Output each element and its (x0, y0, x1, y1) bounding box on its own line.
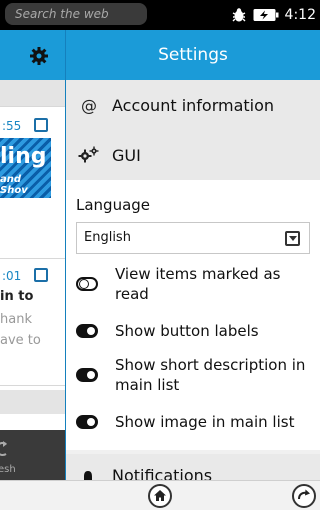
reload-icon (298, 489, 310, 500)
bug-icon (232, 8, 246, 22)
menu-item-account-information[interactable]: @ Account information (66, 80, 320, 130)
item-time: :01 (2, 269, 22, 283)
toggle-switch[interactable] (76, 415, 98, 429)
banner-text: ling (0, 144, 47, 169)
reload-button[interactable] (292, 484, 316, 508)
language-value: English (84, 230, 131, 245)
option-label: Show image in main list (115, 413, 295, 431)
divider (0, 258, 65, 259)
menu-item-notifications[interactable]: Notifications (66, 454, 320, 480)
menu-item-label: Account information (112, 95, 275, 115)
bell-icon (84, 471, 92, 480)
clock: 4:12 (284, 7, 316, 23)
list-strip (0, 80, 65, 106)
menu-item-gui[interactable]: GUI (66, 130, 320, 180)
home-icon (154, 490, 166, 501)
option-show-button-labels[interactable]: Show button labels (76, 321, 312, 341)
item-snippet: hank (0, 312, 32, 327)
banner-subtext: and Shov (0, 174, 28, 196)
menu-item-label: GUI (112, 145, 141, 165)
refresh-button[interactable]: esh (0, 430, 65, 480)
option-label: Show short description in main list (115, 356, 306, 394)
divider (0, 385, 65, 386)
item-thumbnail: ling and Shov (0, 138, 51, 198)
language-select[interactable]: English (76, 222, 310, 254)
settings-gear-icon[interactable] (29, 46, 49, 66)
item-snippet: ave to (0, 333, 41, 348)
toggle-switch[interactable] (76, 277, 98, 291)
background-list-panel: :55 ling and Shov :01 in to hank ave to … (0, 30, 65, 480)
gui-settings-section: Language English View items marked as re… (66, 180, 320, 450)
toggle-switch[interactable] (76, 368, 98, 382)
item-checkbox[interactable] (34, 268, 48, 282)
settings-panel: Settings @ Account information GUI Langu… (65, 30, 320, 480)
divider (0, 106, 65, 107)
option-show-short-description[interactable]: Show short description in main list (76, 355, 312, 395)
item-title[interactable]: in to (0, 289, 33, 304)
list-header (0, 30, 65, 80)
battery-charging-icon (253, 9, 279, 21)
toggle-switch[interactable] (76, 324, 98, 338)
chevron-down-icon (285, 231, 300, 246)
at-sign-icon: @ (81, 95, 97, 115)
settings-title: Settings (66, 30, 320, 80)
language-label: Language (76, 196, 151, 214)
gears-icon (78, 146, 99, 163)
web-search-input[interactable]: Search the web (5, 3, 147, 25)
option-label: Show button labels (115, 322, 259, 340)
option-view-items-marked-as-read[interactable]: View items marked as read (76, 264, 312, 304)
option-show-image-in-main-list[interactable]: Show image in main list (76, 412, 312, 432)
option-label: View items marked as read (115, 265, 281, 303)
item-checkbox[interactable] (34, 118, 48, 132)
refresh-label: esh (0, 464, 16, 475)
list-strip (0, 390, 65, 414)
status-icons: 4:12 (231, 0, 316, 30)
bottom-bar (0, 480, 320, 510)
status-bar: Search the web 4:12 (0, 0, 320, 30)
home-button[interactable] (148, 484, 172, 508)
refresh-icon (0, 441, 7, 456)
item-time: :55 (2, 119, 22, 133)
menu-item-label: Notifications (112, 466, 213, 480)
